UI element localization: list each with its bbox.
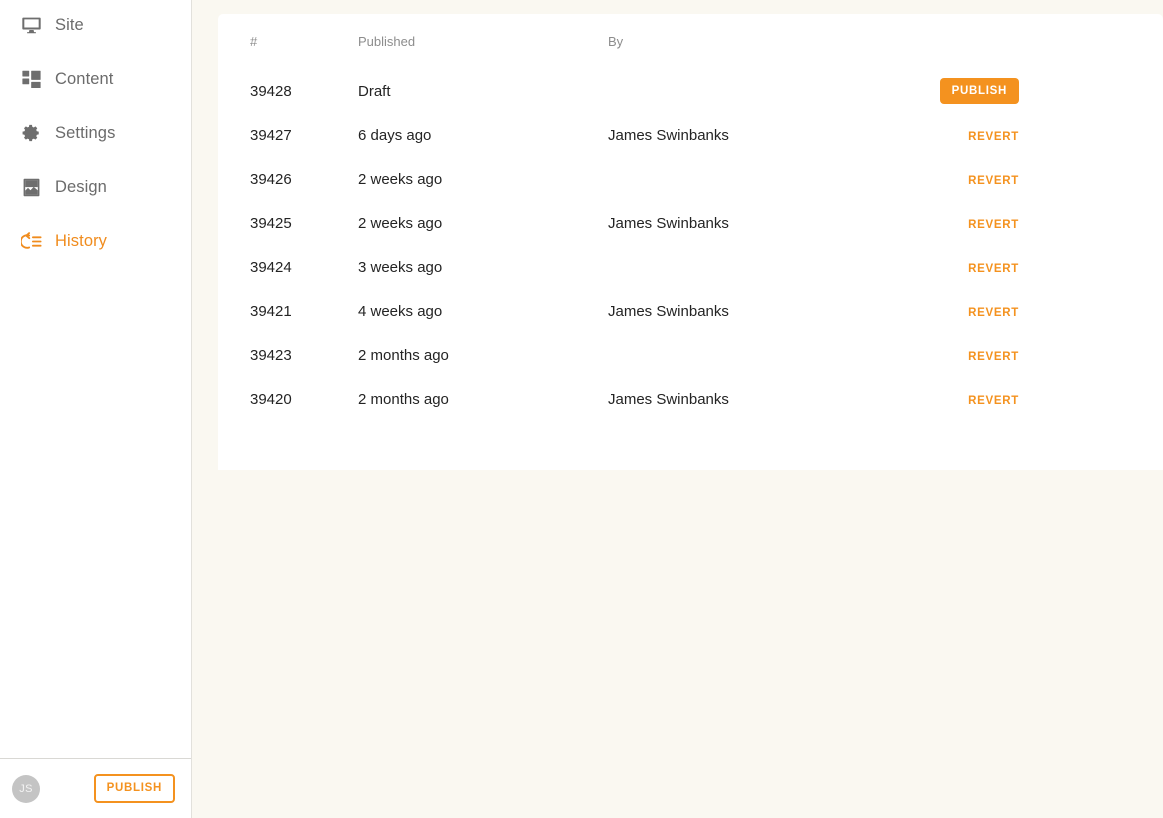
history-icon (19, 229, 43, 253)
sidebar-item-label: Settings (55, 123, 116, 142)
sidebar-item-content[interactable]: Content (0, 62, 191, 96)
grid-icon (19, 67, 43, 91)
cell-author: James Swinbanks (608, 214, 729, 232)
revert-button[interactable]: REVERT (968, 395, 1019, 407)
cell-revision-number: 39420 (250, 390, 292, 408)
cell-author (608, 245, 918, 289)
sidebar: Site Content Settings Design History JS … (0, 0, 192, 818)
table-body: 39428 Draft PUBLISH 39427 6 days ago James Sw… (218, 69, 1163, 421)
publish-button[interactable]: PUBLISH (939, 77, 1019, 105)
table-header-row: # Published By (218, 14, 1163, 69)
cell-published: 6 days ago (358, 126, 432, 144)
table-row: 39423 2 months ago REVERT (218, 333, 1163, 377)
table-row: 39420 2 months ago James Swinbanks REVERT (218, 377, 1163, 421)
cell-published: 2 weeks ago (358, 170, 443, 188)
sidebar-item-label: History (55, 231, 108, 250)
table-row: 39428 Draft PUBLISH (218, 69, 1163, 113)
cell-action: REVERT (918, 289, 1163, 333)
cell-action: REVERT (918, 201, 1163, 245)
sidebar-item-label: Site (55, 15, 84, 34)
sidebar-item-settings[interactable]: Settings (0, 116, 191, 150)
cell-author: James Swinbanks (608, 390, 729, 408)
table-header: # Published By (218, 14, 1163, 69)
cell-action: REVERT (918, 113, 1163, 157)
sidebar-footer: JS PUBLISH (0, 758, 191, 818)
cell-published: 4 weeks ago (358, 302, 443, 320)
revert-button[interactable]: REVERT (968, 131, 1019, 143)
column-header-action (918, 14, 1163, 69)
cell-published: 2 months ago (358, 346, 449, 364)
table-row: 39425 2 weeks ago James Swinbanks REVERT (218, 201, 1163, 245)
sidebar-item-design[interactable]: Design (0, 170, 191, 204)
cell-action: REVERT (918, 377, 1163, 421)
history-card: # Published By 39428 Draft PUBLISH 39427 6 d… (218, 14, 1163, 470)
cell-author: James Swinbanks (608, 302, 729, 320)
cell-action: REVERT (918, 157, 1163, 201)
sidebar-nav: Site Content Settings Design History (0, 0, 191, 758)
sidebar-item-label: Design (55, 177, 107, 196)
main-content: # Published By 39428 Draft PUBLISH 39427 6 d… (193, 0, 1163, 818)
revert-button[interactable]: REVERT (968, 263, 1019, 275)
cell-revision-number: 39426 (250, 170, 292, 188)
cell-revision-number: 39423 (250, 346, 292, 364)
cell-revision-number: 39428 (250, 82, 292, 100)
cell-author (608, 157, 918, 201)
avatar[interactable]: JS (12, 774, 40, 803)
cell-action: REVERT (918, 333, 1163, 377)
cell-revision-number: 39427 (250, 126, 292, 144)
cell-author (608, 69, 918, 113)
cell-published: 2 months ago (358, 390, 449, 408)
app-root: Site Content Settings Design History JS … (0, 0, 1163, 818)
table-row: 39421 4 weeks ago James Swinbanks REVERT (218, 289, 1163, 333)
history-table: # Published By 39428 Draft PUBLISH 39427 6 d… (218, 14, 1163, 421)
revert-button[interactable]: REVERT (968, 219, 1019, 231)
revert-button[interactable]: REVERT (968, 175, 1019, 187)
cell-action: REVERT (918, 245, 1163, 289)
cell-published: 2 weeks ago (358, 214, 443, 232)
image-icon (19, 175, 43, 199)
table-row: 39427 6 days ago James Swinbanks REVERT (218, 113, 1163, 157)
cell-revision-number: 39425 (250, 214, 292, 232)
column-header-by: By (608, 34, 624, 49)
cell-published: Draft (358, 82, 391, 100)
sidebar-publish-button[interactable]: PUBLISH (93, 774, 175, 803)
table-row: 39424 3 weeks ago REVERT (218, 245, 1163, 289)
cell-action: PUBLISH (918, 69, 1163, 113)
revert-button[interactable]: REVERT (968, 307, 1019, 319)
table-row: 39426 2 weeks ago REVERT (218, 157, 1163, 201)
sidebar-item-site[interactable]: Site (0, 8, 191, 42)
monitor-icon (19, 13, 43, 37)
column-header-number: # (250, 34, 258, 49)
cell-revision-number: 39421 (250, 302, 292, 320)
cell-author (608, 333, 918, 377)
column-header-published: Published (358, 34, 416, 49)
cell-published: 3 weeks ago (358, 258, 443, 276)
gear-icon (19, 121, 43, 145)
sidebar-item-history[interactable]: History (0, 224, 191, 258)
sidebar-item-label: Content (55, 69, 114, 88)
cell-revision-number: 39424 (250, 258, 292, 276)
cell-author: James Swinbanks (608, 126, 729, 144)
revert-button[interactable]: REVERT (968, 351, 1019, 363)
